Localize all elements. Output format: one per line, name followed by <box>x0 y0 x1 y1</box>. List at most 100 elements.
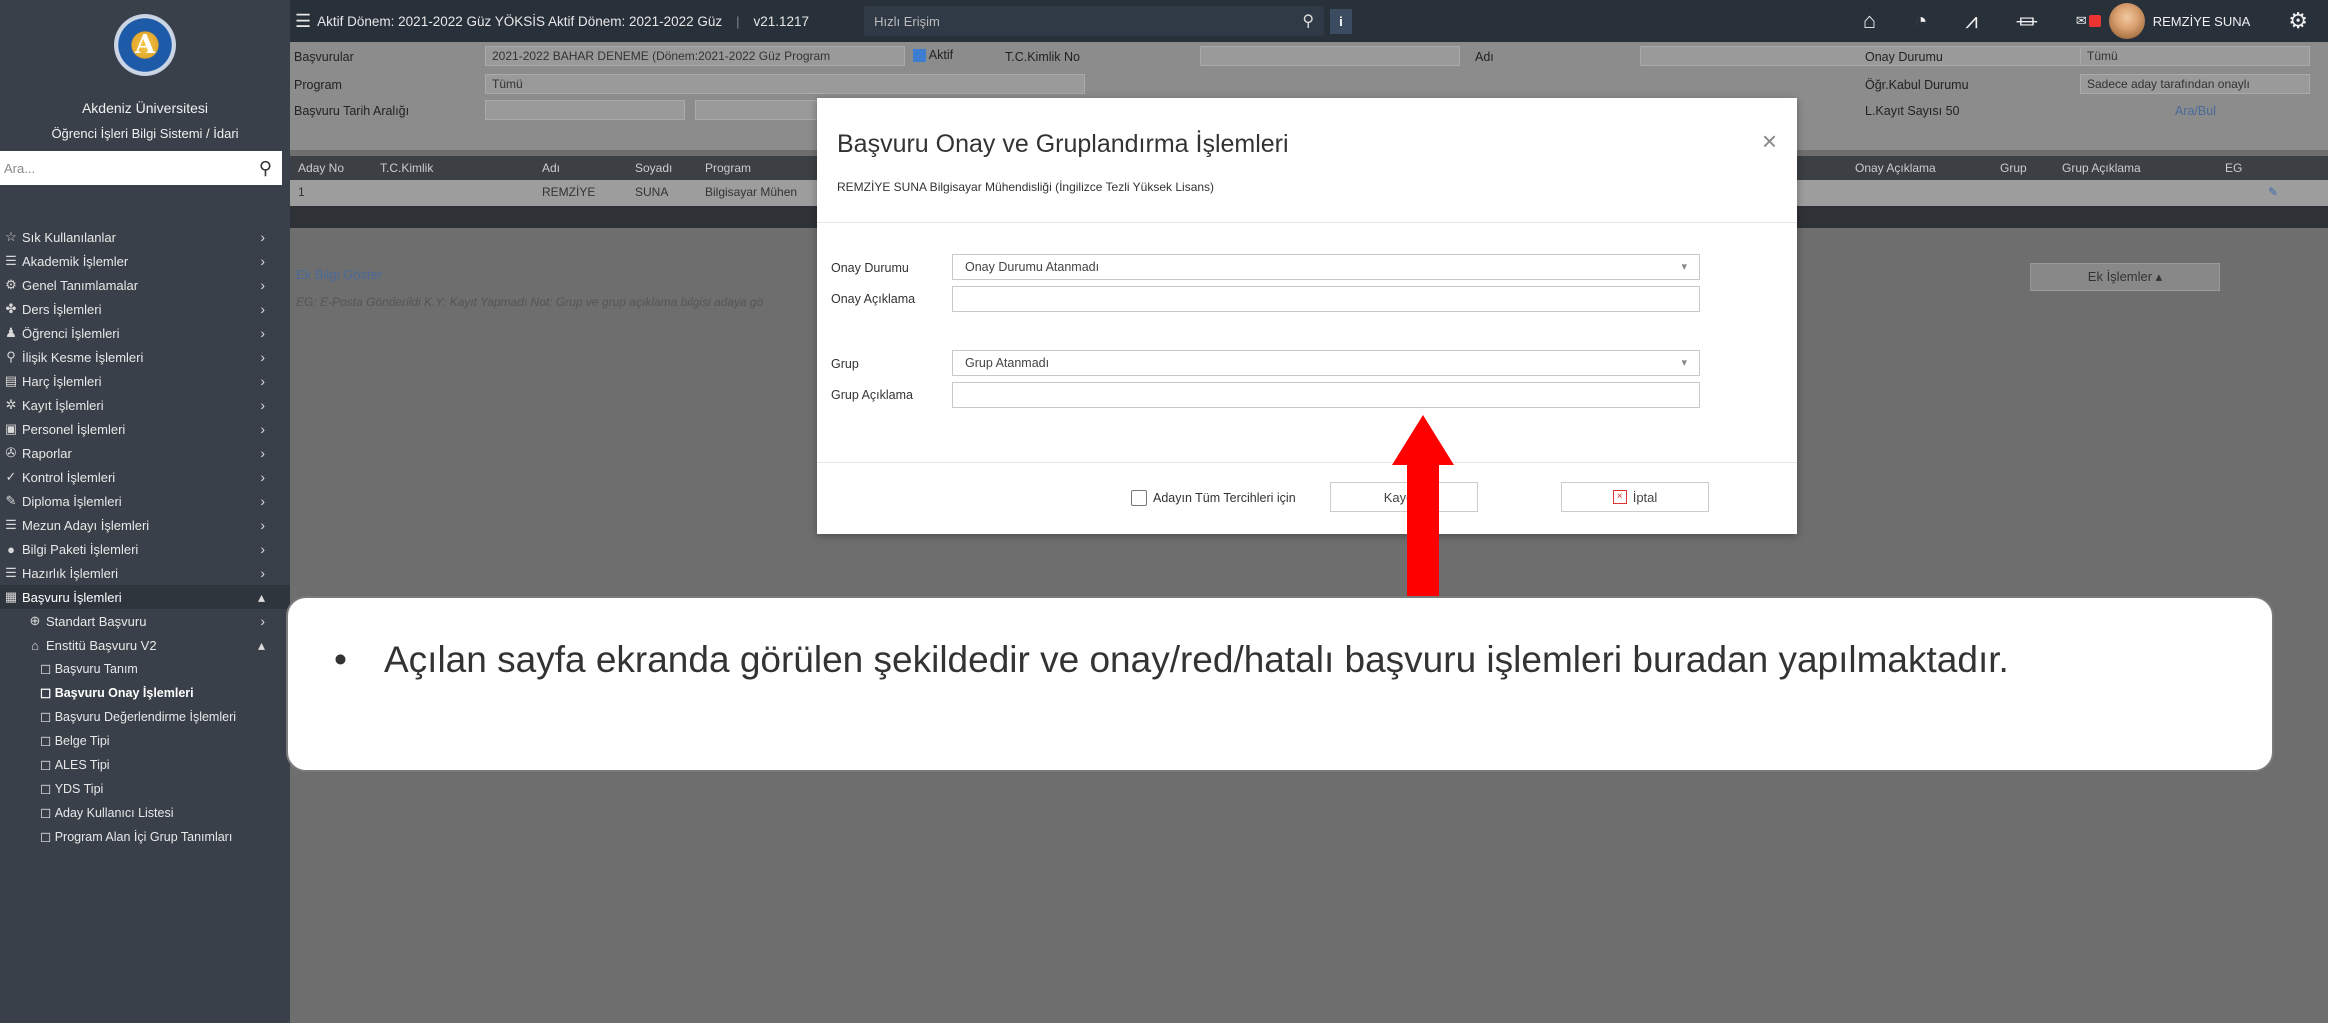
sidebar-subitem-institute-application[interactable]: ⌂ Enstitü Başvuru V2 ▴ <box>0 633 290 657</box>
sidebar-item-general[interactable]: ⚙ Genel Tanımlamalar › <box>0 273 290 297</box>
sidebar-item-personnel[interactable]: ▣ Personel İşlemleri › <box>0 417 290 441</box>
col-program[interactable]: Program <box>705 161 751 175</box>
cancel-button[interactable]: × İptal <box>1561 482 1709 512</box>
sidebar-subsubitem[interactable]: ☐ Aday Kullanıcı Listesi <box>0 801 290 825</box>
gear-icon[interactable]: ⚙ <box>2288 8 2308 34</box>
sidebar-item-label: Kontrol İşlemleri <box>22 469 116 485</box>
sidebar-item-fees[interactable]: ▤ Harç İşlemleri › <box>0 369 290 393</box>
col-soyadi[interactable]: Soyadı <box>635 161 672 175</box>
sidebar-item-graduate-candidate[interactable]: ☰ Mezun Adayı İşlemleri › <box>0 513 290 537</box>
col-onay-aciklama[interactable]: Onay Açıklama <box>1855 161 1936 175</box>
pie-chart-icon[interactable]: ◔ <box>1914 8 1927 34</box>
onay-aciklama-input[interactable] <box>952 286 1700 312</box>
square-icon: ☐ <box>40 734 55 749</box>
hamburger-icon[interactable]: ☰ <box>295 11 311 32</box>
sidebar-subsubitem[interactable]: ☐ ALES Tipi <box>0 753 290 777</box>
sidebar-subsubitem[interactable]: ☐ Başvuru Değerlendirme İşlemleri <box>0 705 290 729</box>
square-icon: ☐ <box>40 686 55 701</box>
sidebar-item-info-package[interactable]: ● Bilgi Paketi İşlemleri › <box>0 537 290 561</box>
info-icon[interactable]: i <box>1330 8 1352 34</box>
graduation-cap-icon: ⌂ <box>31 637 39 653</box>
col-tc[interactable]: T.C.Kimlik <box>380 161 433 175</box>
grup-aciklama-label: Grup Açıklama <box>831 388 913 402</box>
sidebar-item-label: YDS Tipi <box>54 782 104 796</box>
sidebar-subsubitem[interactable]: ☐ Belge Tipi <box>0 729 290 753</box>
sidebar-item-label: Ders İşlemleri <box>22 301 102 317</box>
sidebar-item-registration[interactable]: ✲ Kayıt İşlemleri › <box>0 393 290 417</box>
grup-aciklama-input[interactable] <box>952 382 1700 408</box>
onay-durumu-select[interactable]: Onay Durumu Atanmadı ▾ <box>952 254 1700 280</box>
sidebar-item-diploma[interactable]: ✎ Diploma İşlemleri › <box>0 489 290 513</box>
sidebar-item-reports[interactable]: ✇ Raporlar › <box>0 441 290 465</box>
close-icon: × <box>1612 490 1627 504</box>
col-grup-aciklama[interactable]: Grup Açıklama <box>2062 161 2141 175</box>
sidebar-item-favorites[interactable]: ☆ Sık Kullanılanlar › <box>0 225 290 249</box>
chevron-right-icon: › <box>260 613 265 629</box>
aktif-checkbox[interactable]: Aktif <box>913 48 953 63</box>
sidebar-subsubitem[interactable]: ☐ YDS Tipi <box>0 777 290 801</box>
checkbox-checked-icon[interactable] <box>913 49 926 63</box>
sidebar-item-label: Mezun Adayı İşlemleri <box>22 517 150 533</box>
kayit-sayisi[interactable]: L.Kayıt Sayısı 50 <box>1865 104 1960 118</box>
onay-aciklama-label: Onay Açıklama <box>831 292 916 306</box>
save-button[interactable]: Kaydet <box>1330 482 1478 512</box>
sidebar-item-students[interactable]: ♟ Öğrenci İşlemleri › <box>0 321 290 345</box>
sidebar-item-label: Başvuru Tanım <box>54 662 138 676</box>
sidebar-item-disenrollment[interactable]: ⚲ İlişik Kesme İşlemleri › <box>0 345 290 369</box>
onay-durumu-select[interactable]: Tümü <box>2080 46 2310 66</box>
id-card-icon: ▣ <box>4 421 18 436</box>
modal-title: Başvuru Onay ve Gruplandırma İşlemleri <box>837 130 1289 158</box>
edit-icon[interactable]: ✎ <box>2268 185 2278 199</box>
grup-select[interactable]: Grup Atanmadı ▾ <box>952 350 1700 376</box>
col-adi[interactable]: Adı <box>542 161 560 175</box>
basvurular-select[interactable]: 2021-2022 BAHAR DENEME (Dönem:2021-2022 … <box>485 46 905 66</box>
chevron-down-icon: ▾ <box>1681 357 1687 369</box>
user-minus-icon: ⚲ <box>6 349 16 364</box>
home-icon[interactable]: ⌂ <box>1863 8 1876 34</box>
sidebar-item-label: Hazırlık İşlemleri <box>22 565 119 581</box>
application-icon: ▦ <box>4 589 18 604</box>
check-icon: ✓ <box>5 469 17 484</box>
search-icon[interactable]: ⚲ <box>259 158 272 179</box>
ara-bul-button[interactable]: Ara/Bul <box>2175 104 2216 118</box>
institution-icon[interactable]: ⏛ <box>2016 5 2038 37</box>
notification-badge <box>2088 15 2101 27</box>
program-select[interactable]: Tümü <box>485 74 1085 94</box>
sidebar-subsubitem-selected[interactable]: ☐ Başvuru Onay İşlemleri <box>0 681 290 705</box>
ek-islemler-button[interactable]: Ek İşlemler ▴ <box>2030 263 2220 291</box>
cancel-label: İptal <box>1632 489 1658 505</box>
sidebar-subsubitem[interactable]: ☐ Başvuru Tanım <box>0 657 290 681</box>
ogr-kabul-select[interactable]: Sadece aday tarafından onaylı <box>2080 74 2310 94</box>
sidebar-search-input[interactable]: Ara... <box>4 161 35 176</box>
active-term: Aktif Dönem: 2021-2022 Güz YÖKSİS Aktif … <box>317 13 723 29</box>
all-preferences-checkbox[interactable]: Adayın Tüm Tercihleri için <box>1131 490 1296 506</box>
col-eg[interactable]: EG <box>2225 161 2242 175</box>
tc-input[interactable] <box>1200 46 1460 66</box>
line-chart-icon[interactable]: ⩘ <box>1965 8 1977 34</box>
checkbox-icon[interactable] <box>1131 490 1147 506</box>
col-aday-no[interactable]: Aday No <box>298 161 344 175</box>
close-icon[interactable]: × <box>1762 126 1777 157</box>
user-menu[interactable]: ✉ REMZİYE SUNA <box>2076 3 2250 39</box>
col-grup[interactable]: Grup <box>2000 161 2027 175</box>
square-icon: ☐ <box>40 806 55 821</box>
university-logo: A <box>114 14 176 76</box>
sidebar-item-academic[interactable]: ☰ Akademik İşlemler › <box>0 249 290 273</box>
version-label: v21.1217 <box>753 13 810 29</box>
messages-icon[interactable]: ✉ <box>2076 13 2087 29</box>
search-icon[interactable]: ⚲ <box>1302 11 1314 31</box>
sidebar-item-label: ALES Tipi <box>54 758 110 772</box>
sidebar-subitem-standard-application[interactable]: ⊕ Standart Başvuru › <box>0 609 290 633</box>
sidebar-item-preparatory[interactable]: ☰ Hazırlık İşlemleri › <box>0 561 290 585</box>
sidebar-item-control[interactable]: ✓ Kontrol İşlemleri › <box>0 465 290 489</box>
sidebar-search[interactable]: Ara... ⚲ <box>0 151 282 185</box>
sidebar-item-applications[interactable]: ▦ Başvuru İşlemleri ▴ <box>0 585 290 609</box>
avatar[interactable] <box>2108 3 2145 39</box>
tarih-start[interactable] <box>485 100 685 120</box>
chevron-down-icon: ▾ <box>1681 261 1687 273</box>
quick-access-input[interactable]: Hızlı Erişim ⚲ <box>864 6 1325 36</box>
sidebar-item-courses[interactable]: ✤ Ders İşlemleri › <box>0 297 290 321</box>
sidebar-subsubitem[interactable]: ☐ Program Alan İçi Grup Tanımları <box>0 825 290 849</box>
chevron-up-icon: ▴ <box>257 636 265 653</box>
ek-bilgi-link[interactable]: Ek Bilgi Göster <box>296 267 382 282</box>
